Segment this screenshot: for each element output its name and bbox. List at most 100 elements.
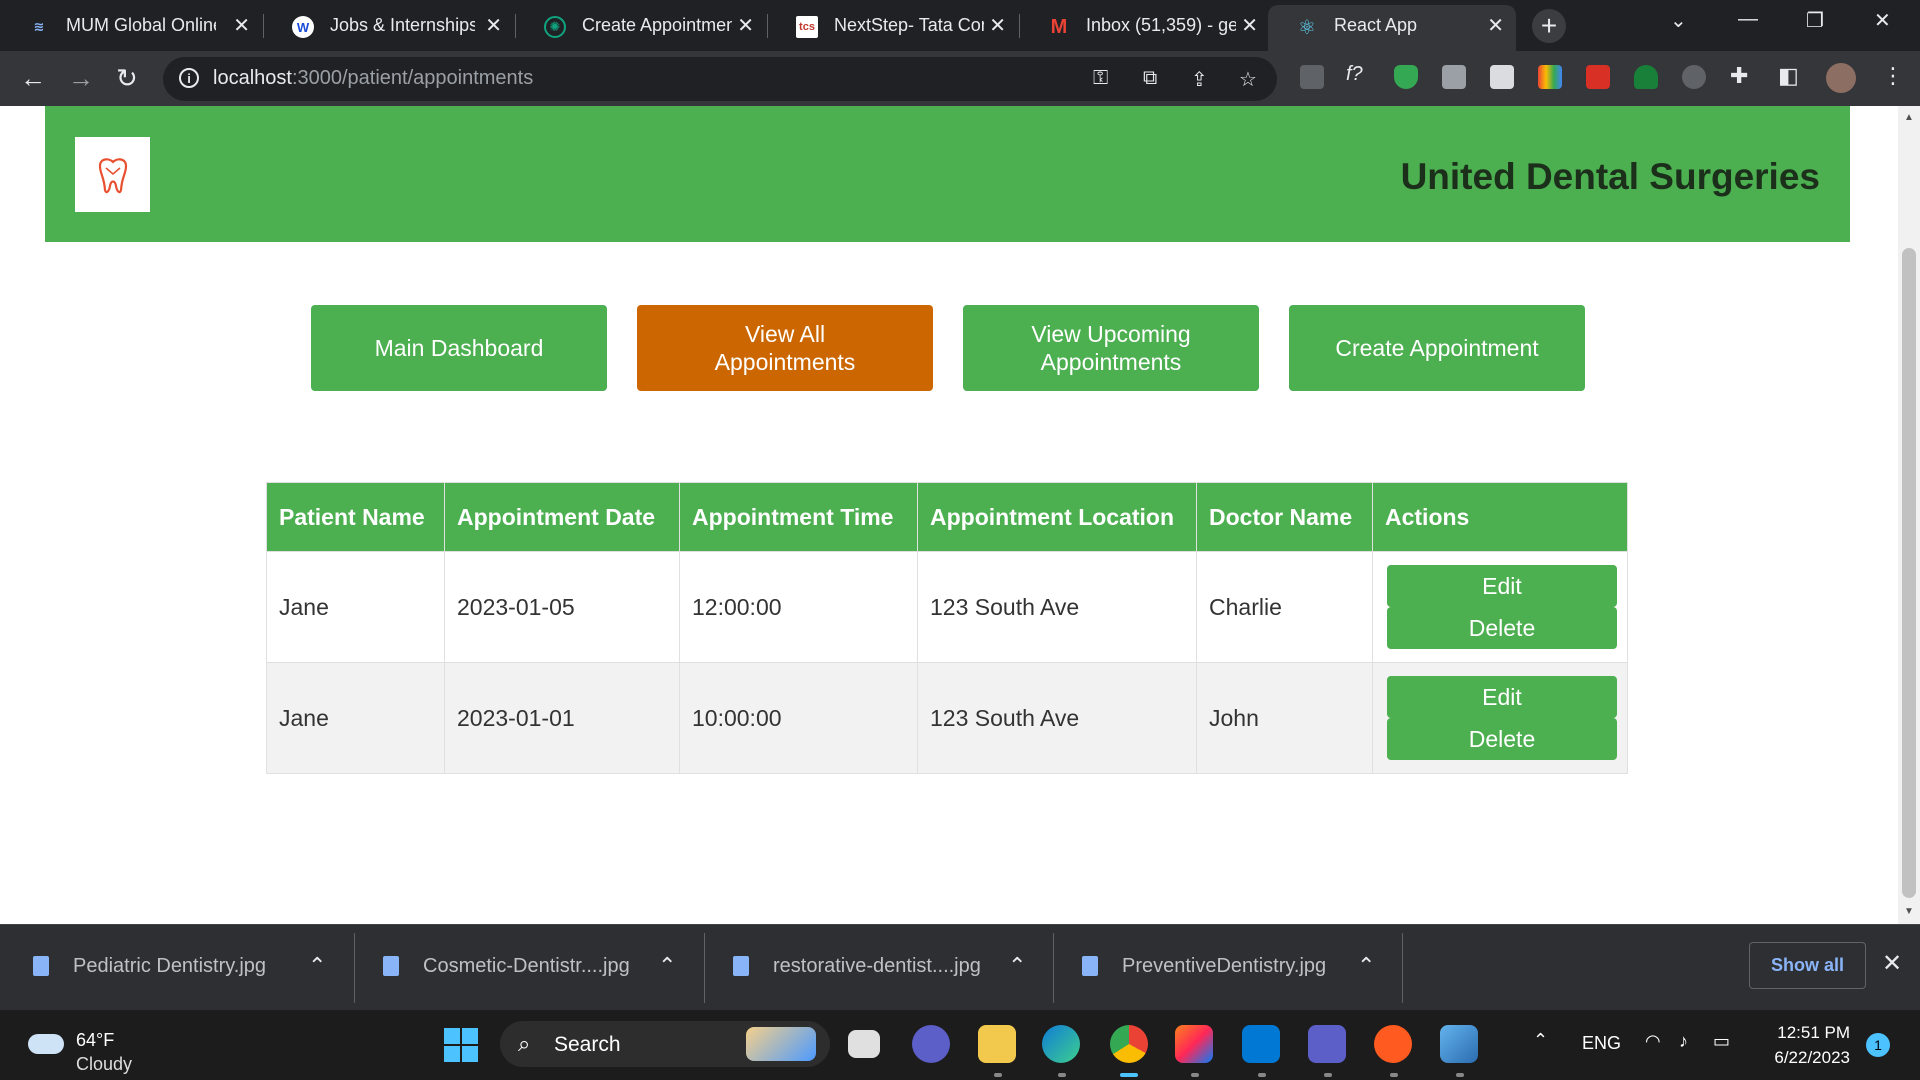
header-appointment-location: Appointment Location: [917, 482, 1197, 552]
menu-kebab-icon[interactable]: ⋮: [1882, 63, 1904, 89]
task-view-icon[interactable]: [848, 1030, 880, 1058]
tab-search-icon[interactable]: ⌄: [1670, 8, 1687, 33]
clock-date: 6/22/2023: [1774, 1048, 1850, 1067]
close-tab-icon[interactable]: ✕: [1241, 13, 1258, 38]
show-all-downloads-button[interactable]: Show all: [1749, 942, 1866, 989]
close-downloads-icon[interactable]: ✕: [1882, 949, 1902, 978]
shield-extension-icon[interactable]: [1394, 65, 1418, 89]
red-extension-icon[interactable]: [1586, 65, 1610, 89]
close-tab-icon[interactable]: ✕: [485, 13, 502, 38]
chevron-up-icon[interactable]: ⌃: [1357, 953, 1375, 979]
side-panel-icon[interactable]: ◧: [1778, 63, 1799, 89]
view-all-appointments-button[interactable]: View All Appointments: [637, 305, 933, 391]
close-tab-icon[interactable]: ✕: [1487, 13, 1504, 38]
table-row: Jane 2023-01-05 12:00:00 123 South Ave C…: [266, 551, 1628, 663]
page-scrollbar[interactable]: ▲ ▼: [1898, 106, 1920, 924]
chevron-up-icon[interactable]: ⌃: [658, 953, 676, 979]
notification-badge[interactable]: 1: [1866, 1033, 1890, 1057]
tab-create-appointment[interactable]: ✺ Create Appointment ✕: [516, 5, 766, 46]
close-tab-icon[interactable]: ✕: [737, 13, 754, 38]
url-text[interactable]: localhost:3000/patient/appointments: [213, 67, 533, 90]
image-file-icon: [33, 956, 49, 976]
download-filename: PreventiveDentistry.jpg: [1122, 955, 1327, 977]
delete-button[interactable]: Delete: [1387, 718, 1617, 760]
chevron-up-icon[interactable]: ⌃: [1533, 1030, 1548, 1051]
new-tab-button[interactable]: +: [1532, 9, 1566, 43]
address-bar[interactable]: i localhost:3000/patient/appointments ⚿ …: [163, 57, 1277, 101]
record-extension-icon[interactable]: [1682, 65, 1706, 89]
chrome-browser-icon[interactable]: [1110, 1025, 1148, 1063]
table-row: Jane 2023-01-01 10:00:00 123 South Ave J…: [266, 662, 1628, 774]
main-dashboard-button[interactable]: Main Dashboard: [311, 305, 607, 391]
close-tab-icon[interactable]: ✕: [989, 13, 1006, 38]
download-item[interactable]: restorative-dentist....jpg ⌃: [700, 925, 1050, 1011]
chevron-up-icon[interactable]: ⌃: [1008, 953, 1026, 979]
brand-title: United Dental Surgeries: [1400, 156, 1820, 197]
system-clock[interactable]: 12:51 PM 6/22/2023: [1764, 1020, 1850, 1070]
taskbar-search[interactable]: ⌕ Search: [500, 1021, 830, 1067]
pen-extension-icon[interactable]: [1300, 65, 1324, 89]
download-extension-icon[interactable]: [1634, 65, 1658, 89]
scroll-up-arrow-icon[interactable]: ▲: [1904, 112, 1914, 123]
download-separator: [1402, 933, 1403, 1003]
profile-avatar[interactable]: [1826, 63, 1856, 93]
close-window-icon[interactable]: ✕: [1874, 8, 1891, 33]
tab-react-app[interactable]: ⚛ React App ✕: [1268, 5, 1516, 51]
forward-icon[interactable]: →: [68, 63, 94, 94]
minimize-icon[interactable]: —: [1738, 8, 1758, 31]
scroll-down-arrow-icon[interactable]: ▼: [1904, 906, 1914, 917]
tab-mum-global-online[interactable]: ≋ MUM Global Online ✕: [0, 5, 262, 46]
appointments-table: Patient Name Appointment Date Appointmen…: [266, 482, 1628, 774]
edit-button[interactable]: Edit: [1387, 565, 1617, 607]
running-indicator: [1258, 1073, 1266, 1077]
image-file-icon: [1082, 956, 1098, 976]
windows-start-icon[interactable]: [443, 1027, 479, 1063]
formula-extension-icon[interactable]: f?: [1346, 63, 1363, 86]
site-info-icon[interactable]: i: [179, 68, 199, 88]
language-indicator[interactable]: ENG: [1582, 1033, 1621, 1054]
scrollbar-thumb[interactable]: [1902, 248, 1916, 898]
edge-browser-icon[interactable]: [1042, 1025, 1080, 1063]
create-appointment-button[interactable]: Create Appointment: [1289, 305, 1585, 391]
download-item[interactable]: Cosmetic-Dentistr....jpg ⌃: [350, 925, 700, 1011]
tab-title: Inbox (51,359) - get: [1086, 15, 1236, 35]
tab-nextstep-tata[interactable]: tcs NextStep- Tata Con ✕: [768, 5, 1018, 46]
extensions-puzzle-icon[interactable]: ✚: [1730, 63, 1748, 89]
chevron-up-icon[interactable]: ⌃: [308, 953, 326, 979]
cell-doctor-name: Charlie: [1196, 551, 1373, 663]
reload-icon[interactable]: ↻: [116, 63, 138, 94]
download-item[interactable]: Pediatric Dentistry.jpg ⌃: [0, 925, 350, 1011]
ms-teams-icon[interactable]: [1308, 1025, 1346, 1063]
color-picker-extension-icon[interactable]: [1538, 65, 1562, 89]
volume-icon[interactable]: ♪: [1679, 1031, 1688, 1052]
search-label: Search: [554, 1033, 621, 1056]
tab-jobs-internships[interactable]: W Jobs & Internships ✕: [264, 5, 514, 46]
user-extension-icon[interactable]: [1490, 65, 1514, 89]
file-explorer-icon[interactable]: [978, 1025, 1016, 1063]
view-upcoming-appointments-button[interactable]: View Upcoming Appointments: [963, 305, 1259, 391]
teams-chat-icon[interactable]: [912, 1025, 950, 1063]
back-icon[interactable]: ←: [20, 63, 46, 94]
battery-icon[interactable]: ▭: [1713, 1031, 1730, 1052]
running-indicator: [1058, 1073, 1066, 1077]
edit-button[interactable]: Edit: [1387, 676, 1617, 718]
download-item[interactable]: PreventiveDentistry.jpg ⌃: [1049, 925, 1399, 1011]
close-tab-icon[interactable]: ✕: [233, 13, 250, 38]
cell-actions: Edit Delete: [1372, 551, 1628, 663]
tab-gmail-inbox[interactable]: M Inbox (51,359) - get ✕: [1020, 5, 1270, 46]
delete-button[interactable]: Delete: [1387, 607, 1617, 649]
running-indicator: [1456, 1073, 1464, 1077]
open-external-icon[interactable]: ⧉: [1143, 67, 1157, 90]
photos-app-icon[interactable]: [1440, 1025, 1478, 1063]
wifi-icon[interactable]: ◠: [1645, 1031, 1661, 1052]
vscode-icon[interactable]: [1242, 1025, 1280, 1063]
bookmark-star-icon[interactable]: ☆: [1239, 67, 1257, 92]
intellij-idea-icon[interactable]: [1175, 1025, 1213, 1063]
restore-icon[interactable]: ❐: [1806, 8, 1824, 33]
share-icon[interactable]: ⇪: [1191, 67, 1208, 92]
browser-tab-strip: ≋ MUM Global Online ✕ W Jobs & Internshi…: [0, 0, 1920, 51]
postman-icon[interactable]: [1374, 1025, 1412, 1063]
tab-title: MUM Global Online: [66, 15, 216, 35]
key-icon[interactable]: ⚿: [1093, 67, 1108, 90]
note-extension-icon[interactable]: [1442, 65, 1466, 89]
